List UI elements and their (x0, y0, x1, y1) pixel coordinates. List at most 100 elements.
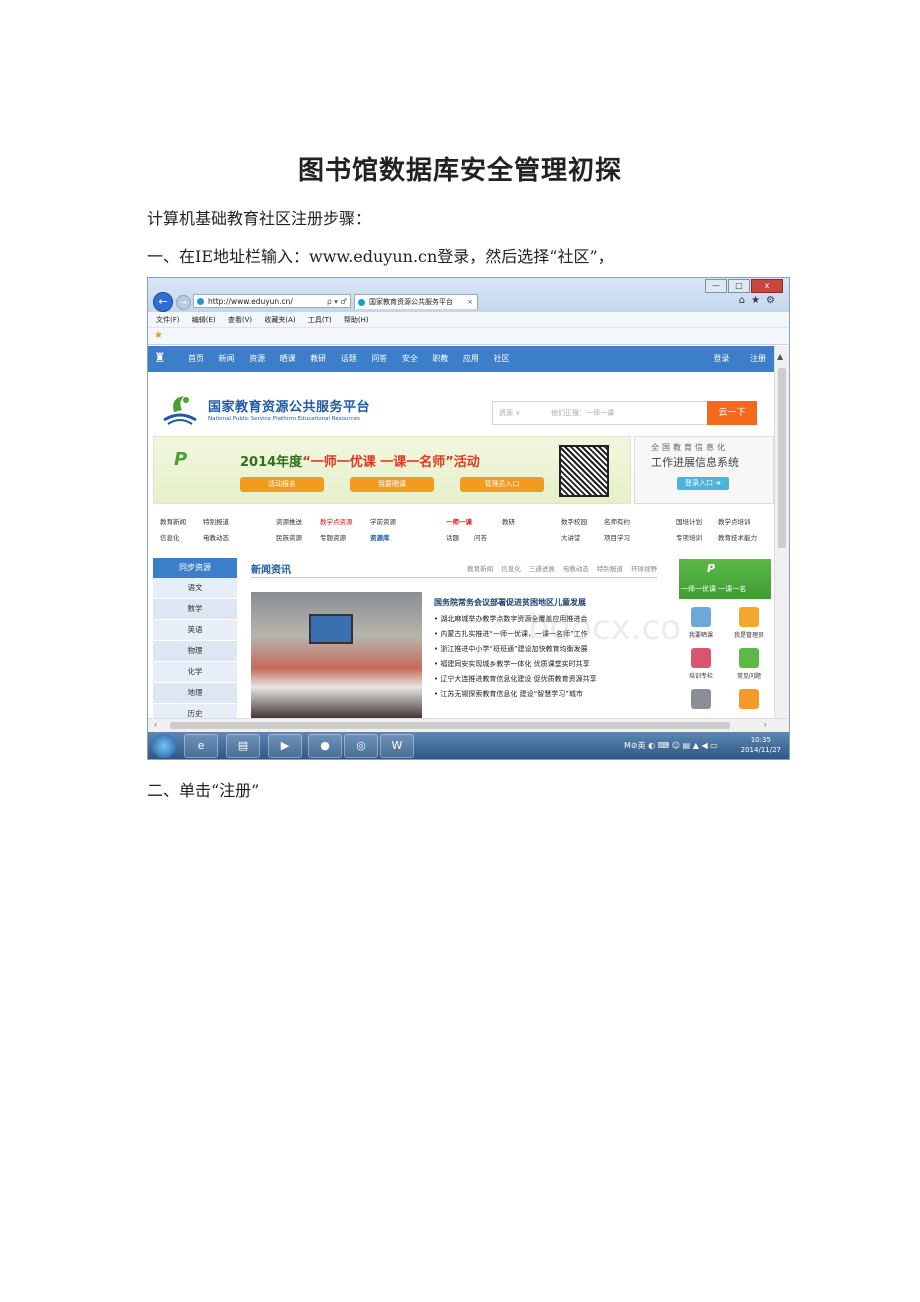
news-tab-edu[interactable]: 教育新闻 (467, 565, 493, 573)
nav-qa[interactable]: 问答 (371, 354, 387, 363)
menu-help[interactable]: 帮助(H) (344, 316, 369, 324)
browser-tab[interactable]: 国家教育资源公共服务平台 × (354, 294, 478, 309)
hscroll-thumb[interactable] (170, 722, 730, 729)
link-edu-tech-news[interactable]: 电教动态 (203, 532, 229, 542)
activity-banner[interactable]: P 2014年度“一师一优课 一课一名师”活动 活动报名 我要晒课 管理员入口 (153, 436, 631, 504)
scroll-left-icon[interactable]: ‹ (154, 720, 157, 729)
system-clock[interactable]: 10:35 2014/11/27 (741, 735, 781, 755)
login-link[interactable]: 登录 (713, 354, 729, 363)
link-topics[interactable]: 话题 (446, 532, 459, 542)
news-tab-info[interactable]: 信息化 (501, 565, 521, 573)
admin-entry-button[interactable]: 管理员入口 (460, 477, 544, 492)
nav-research[interactable]: 教研 (310, 354, 326, 363)
link-ethnic-resources[interactable]: 民族资源 (276, 532, 302, 542)
link-special-training[interactable]: 专项培训 (676, 532, 702, 542)
news-item[interactable]: 江苏无锡探索教育信息化 建设“智慧学习”城市 (434, 687, 674, 702)
phone-shortcut[interactable] (681, 689, 721, 712)
media-player-taskbar-icon[interactable]: ▶ (268, 734, 302, 758)
link-special-report[interactable]: 特别报道 (203, 516, 229, 526)
home-star-gear-icons[interactable]: ⌂★⚙ (739, 295, 781, 306)
menu-file[interactable]: 文件(F) (156, 316, 180, 324)
nav-topics[interactable]: 话题 (341, 354, 357, 363)
tray-language[interactable]: 英 (638, 741, 646, 750)
link-lecture-hall[interactable]: 大讲堂 (561, 532, 581, 542)
signup-button[interactable]: 活动报名 (240, 477, 324, 492)
showcase-button[interactable]: 我要晒课 (350, 477, 434, 492)
info-system-banner[interactable]: 全国教育信息化 工作进展信息系统 登录入口 ➜ (634, 436, 774, 504)
sidemenu-item-english[interactable]: 英语 (153, 620, 237, 641)
menu-edit[interactable]: 编辑(E) (192, 316, 216, 324)
news-tab-edutech[interactable]: 电教动态 (563, 565, 589, 573)
link-edu-news[interactable]: 教育新闻 (160, 516, 186, 526)
site-logo-icon[interactable]: ♜ (154, 351, 170, 367)
search-category-select[interactable]: 资源 ∨ (499, 408, 520, 418)
nav-safety[interactable]: 安全 (402, 354, 418, 363)
site-brand[interactable]: 国家教育资源公共服务平台 National Public Service Pla… (160, 390, 390, 430)
link-one-teacher-one-lesson[interactable]: 一师一课 (446, 516, 472, 526)
search-input[interactable]: 他们正搜：一师一课 (551, 408, 614, 418)
news-item[interactable]: 福建同安实现城乡教学一体化 优质课堂实时共享 (434, 657, 674, 672)
ie-taskbar-icon[interactable]: e (184, 734, 218, 758)
link-digital-campus[interactable]: 数字校园 (561, 516, 587, 526)
classroom-photo[interactable] (251, 592, 422, 719)
menu-favorites[interactable]: 收藏夹(A) (264, 316, 295, 324)
search-button[interactable]: 云一下 (707, 401, 757, 425)
nav-news[interactable]: 新闻 (219, 354, 235, 363)
menu-tools[interactable]: 工具(T) (308, 316, 332, 324)
system-tray[interactable]: M⊘英 ◐ ⌨ ☺ ▤ ▲ ◀ ▭ (624, 740, 718, 751)
nav-vocational[interactable]: 职教 (432, 354, 448, 363)
link-informatization[interactable]: 信息化 (160, 532, 180, 542)
favorites-star-icon[interactable]: ★ (154, 330, 163, 341)
news-item[interactable]: 辽宁大连推进教育信息化建设 促优质教育资源共享 (434, 672, 674, 687)
forward-arrow-icon[interactable]: → (176, 295, 191, 310)
vertical-scrollbar[interactable]: ▲ (774, 346, 789, 720)
nav-resources[interactable]: 资源 (249, 354, 265, 363)
nav-apps[interactable]: 应用 (463, 354, 479, 363)
explorer-taskbar-icon[interactable]: ▤ (226, 734, 260, 758)
link-project-learning[interactable]: 项目学习 (604, 532, 630, 542)
tab-close-icon[interactable]: × (467, 295, 473, 310)
horizontal-scrollbar[interactable]: ‹ › (148, 718, 789, 732)
news-tab-special[interactable]: 特别报道 (597, 565, 623, 573)
link-national-training[interactable]: 国培计划 (676, 516, 702, 526)
scroll-thumb[interactable] (778, 368, 786, 548)
minimize-button[interactable]: — (705, 279, 727, 293)
sidemenu-item-chemistry[interactable]: 化学 (153, 662, 237, 683)
chat-shortcut[interactable] (729, 689, 769, 712)
link-research[interactable]: 教研 (502, 516, 515, 526)
news-tab-global[interactable]: 环球视野 (631, 565, 657, 573)
input-method-icon[interactable]: M⊘ (624, 741, 638, 750)
close-button[interactable]: x (751, 279, 783, 293)
sidemenu-item-physics[interactable]: 物理 (153, 641, 237, 662)
news-lead[interactable]: 国务院常务会议部署促进贫困地区儿童发展 (434, 597, 674, 608)
link-resource-library[interactable]: 资源库 (370, 532, 390, 542)
register-link[interactable]: 注册 (750, 354, 766, 363)
training-shortcut[interactable]: 培训专栏 (681, 648, 721, 680)
nav-showcase[interactable]: 晒课 (280, 354, 296, 363)
browser360-taskbar-icon[interactable]: ◎ (344, 734, 378, 758)
faq-shortcut[interactable]: 常见问题 (729, 648, 769, 680)
scroll-right-icon[interactable]: › (764, 720, 767, 729)
scroll-up-icon[interactable]: ▲ (777, 352, 783, 361)
link-teaching-point-resources[interactable]: 教学点资源 (320, 516, 353, 526)
address-bar[interactable]: http://www.eduyun.cn/ ρ ▾ ♂ (193, 294, 351, 308)
link-resource-push[interactable]: 资源推送 (276, 516, 302, 526)
nav-home[interactable]: 首页 (188, 354, 204, 363)
showcase-shortcut[interactable]: 我要晒课 (681, 607, 721, 639)
sidemenu-item-geography[interactable]: 地理 (153, 683, 237, 704)
sidemenu-item-chinese[interactable]: 语文 (153, 578, 237, 599)
site-search[interactable]: 资源 ∨ 他们正搜：一师一课 云一下 (492, 401, 757, 425)
right-panel-banner[interactable]: P 一师一优课 一课一名 (679, 559, 771, 599)
menu-view[interactable]: 查看(V) (228, 316, 252, 324)
maximize-button[interactable]: □ (728, 279, 750, 293)
login-entry-button[interactable]: 登录入口 ➜ (677, 477, 729, 490)
link-preschool-resources[interactable]: 学前资源 (370, 516, 396, 526)
link-teaching-point-training[interactable]: 教学点培训 (718, 516, 751, 526)
link-famous-teacher[interactable]: 名师有约 (604, 516, 630, 526)
address-tools[interactable]: ρ ▾ ♂ (327, 295, 347, 309)
admin-shortcut[interactable]: 我是管理员 (729, 607, 769, 639)
start-button-icon[interactable] (152, 734, 176, 758)
link-edu-tech-ability[interactable]: 教育技术能力 (718, 532, 757, 542)
nav-community[interactable]: 社区 (493, 354, 509, 363)
back-arrow-icon[interactable]: ← (153, 292, 173, 312)
